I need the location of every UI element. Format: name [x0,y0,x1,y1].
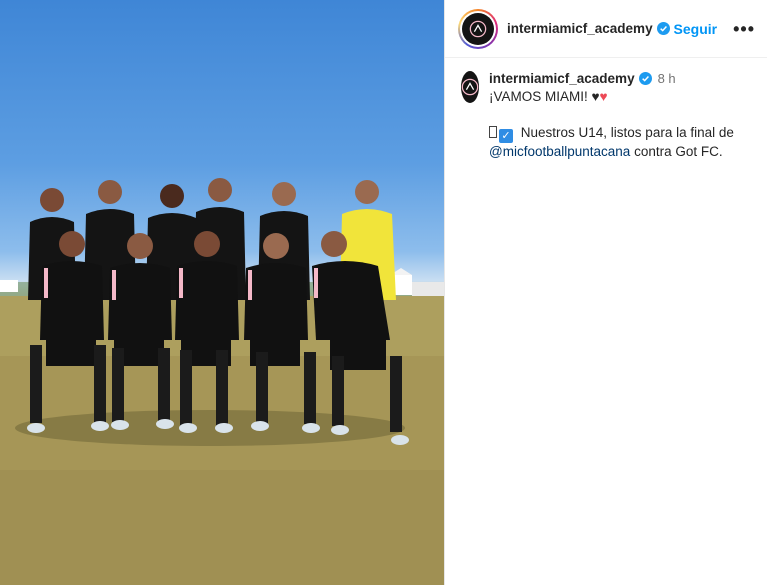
caption-line-2-end: contra Got FC. [634,144,723,159]
post-photo[interactable] [0,0,444,585]
check-mark-icon: ✓ [499,129,513,143]
more-options-icon[interactable]: ••• [733,20,755,38]
caption-username[interactable]: intermiamicf_academy [489,71,635,86]
story-ring-avatar[interactable] [458,8,498,49]
post-sidebar: intermiamicf_academy Seguir ••• intermia… [444,0,767,585]
club-crest-icon [461,78,479,96]
club-crest-icon [469,20,487,37]
missing-glyph-icon [489,126,497,138]
post-timestamp[interactable]: 8 h [658,71,676,86]
red-heart-icon: ♥ [599,89,608,104]
post-caption: intermiamicf_academy 8 h ¡VAMOS MIAMI! ♥♥… [445,58,767,161]
header-username[interactable]: intermiamicf_academy [507,21,653,36]
mention-link[interactable]: @micfootballpuntacana [489,144,630,159]
caption-line-2: Nuestros U14, listos para la final de [520,125,734,140]
verified-badge-icon [656,22,670,35]
team-photo-illustration [0,178,444,585]
caption-avatar[interactable] [461,71,479,103]
verified-badge-icon [638,72,652,85]
caption-line-1: ¡VAMOS MIAMI! [489,89,588,104]
black-heart-icon: ♥ [591,89,600,104]
follow-button[interactable]: Seguir [674,21,718,37]
post-header: intermiamicf_academy Seguir ••• [445,0,767,58]
avatar [462,12,494,45]
